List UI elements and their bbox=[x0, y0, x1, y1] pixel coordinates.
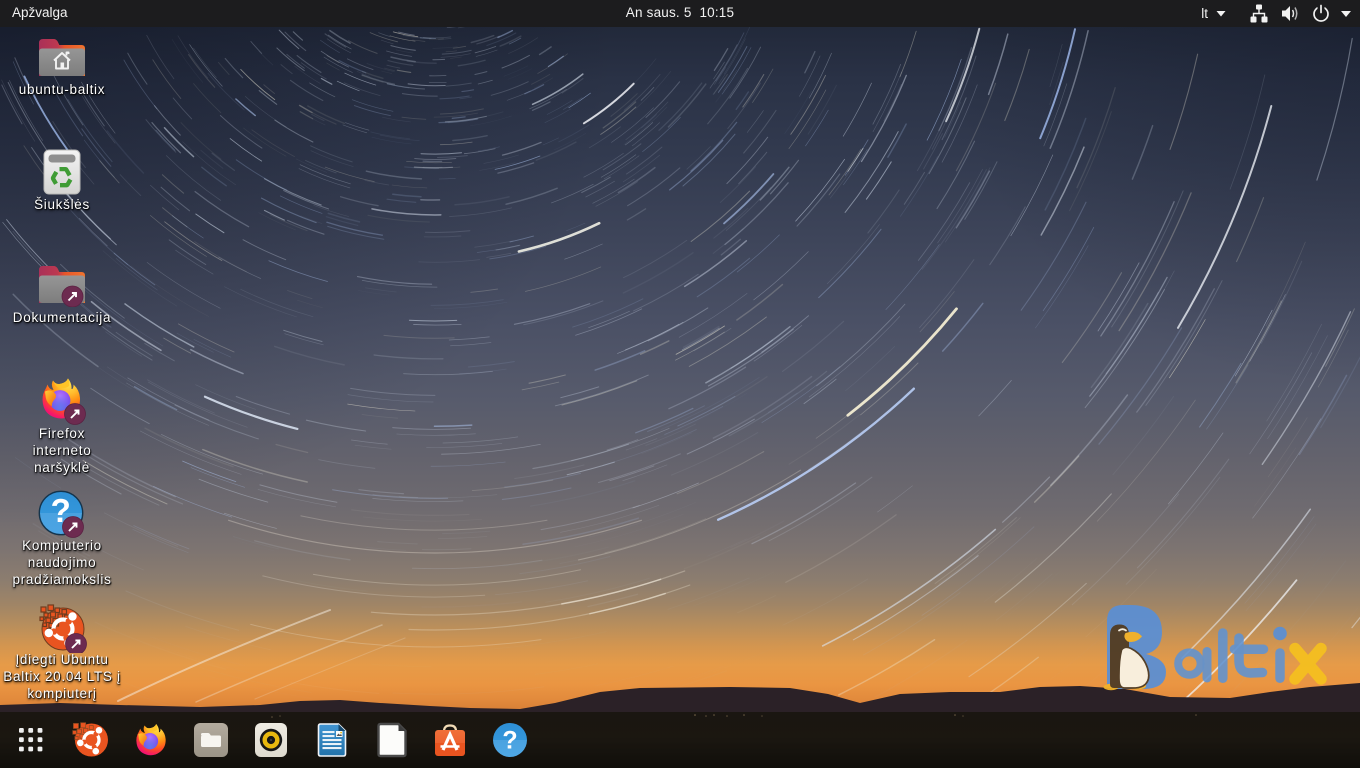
svg-text:?: ? bbox=[502, 727, 517, 755]
